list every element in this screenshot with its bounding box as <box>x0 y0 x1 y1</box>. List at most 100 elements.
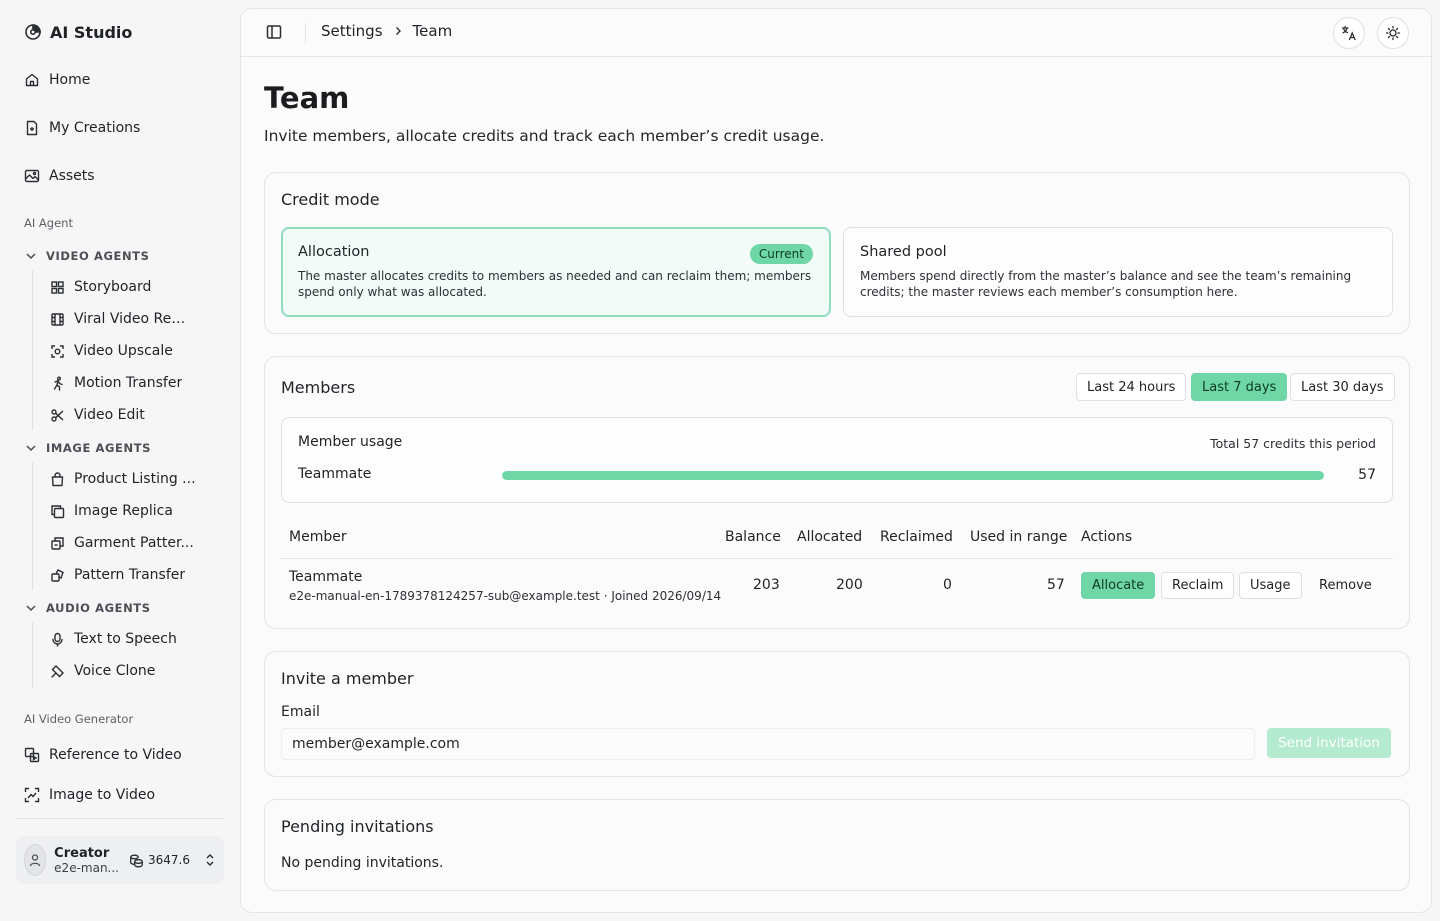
sidebar-item-motion-transfer[interactable]: Motion Transfer <box>42 369 222 397</box>
usage-value: 57 <box>1358 467 1376 483</box>
empty-state-text: No pending invitations. <box>281 855 444 871</box>
film-icon <box>50 312 65 327</box>
mode-name: Allocation <box>298 244 370 260</box>
email-field[interactable] <box>281 728 1255 760</box>
sidebar-item-image-replica[interactable]: Image Replica <box>42 497 222 525</box>
column-header-actions: Actions <box>1081 529 1133 545</box>
sidebar-item-my-creations[interactable]: My Creations <box>16 111 224 145</box>
email-label: Email <box>281 704 320 720</box>
group-guide-line <box>32 462 33 590</box>
members-card: Members Last 24 hours Last 7 days Last 3… <box>264 356 1410 629</box>
sidebar-item-label: Text to Speech <box>74 631 177 647</box>
sidebar-item-label: My Creations <box>49 120 141 136</box>
section-label-ai-agent: AI Agent <box>24 216 73 230</box>
mode-description: The master allocates credits to members … <box>298 269 812 299</box>
sidebar: AI Studio Home My Creations Assets AI Ag… <box>0 0 232 921</box>
usage-button[interactable]: Usage <box>1239 572 1302 599</box>
member-used: 57 <box>1047 577 1065 593</box>
group-toggle-video-agents[interactable]: VIDEO AGENTS <box>24 246 150 266</box>
main-panel: Settings Team Team Invite members, alloc… <box>240 8 1432 913</box>
allocate-button[interactable]: Allocate <box>1081 572 1156 599</box>
sidebar-toggle-icon[interactable] <box>265 23 283 41</box>
sidebar-item-label: Viral Video Rem... <box>74 311 198 327</box>
user-menu[interactable]: Creator e2e-man... 3647.6 <box>16 836 224 884</box>
app-title: AI Studio <box>50 22 133 42</box>
pending-title: Pending invitations <box>281 817 434 836</box>
status-badge: Current <box>749 244 813 264</box>
reference-icon <box>24 747 40 763</box>
transfer-icon <box>50 568 65 583</box>
copy-icon <box>50 504 65 519</box>
credits-value: 3647.6 <box>148 853 190 867</box>
sidebar-item-image-to-video[interactable]: Image to Video <box>16 778 224 812</box>
reclaim-button[interactable]: Reclaim <box>1161 572 1235 599</box>
home-icon <box>24 72 40 88</box>
credit-mode-title: Credit mode <box>281 190 380 209</box>
sidebar-item-label: Motion Transfer <box>74 375 183 391</box>
mode-option-shared-pool[interactable]: Shared pool Members spend directly from … <box>843 227 1393 317</box>
table-divider <box>281 558 1393 559</box>
page-title: Team <box>264 81 350 115</box>
chevron-down-icon <box>24 441 38 455</box>
usage-bar-fill <box>502 471 1324 480</box>
coins-icon <box>129 853 144 868</box>
range-last-7-days[interactable]: Last 7 days <box>1191 373 1288 401</box>
file-icon <box>24 120 40 136</box>
sidebar-item-text-to-speech[interactable]: Text to Speech <box>42 625 222 653</box>
remove-button[interactable]: Remove <box>1308 572 1383 599</box>
column-header-member: Member <box>289 529 347 545</box>
sidebar-item-voice-clone[interactable]: Voice Clone <box>42 657 222 685</box>
sidebar-item-product-listing[interactable]: Product Listing ... <box>42 465 222 493</box>
chevron-right-icon <box>393 26 403 36</box>
shopping-bag-icon <box>50 471 65 487</box>
mode-option-allocation[interactable]: Allocation Current The master allocates … <box>281 227 831 317</box>
sidebar-item-viral-video-remix[interactable]: Viral Video Rem... <box>42 305 222 333</box>
sidebar-item-pattern-transfer[interactable]: Pattern Transfer <box>42 561 222 589</box>
scan-icon <box>50 344 65 359</box>
language-button[interactable] <box>1333 17 1365 49</box>
sidebar-item-assets[interactable]: Assets <box>16 159 224 193</box>
member-meta: e2e-manual-en-1789378124257-sub@example.… <box>289 589 722 603</box>
image-icon <box>24 168 40 184</box>
group-label: VIDEO AGENTS <box>46 249 150 263</box>
topbar: Settings Team <box>241 9 1431 57</box>
sidebar-item-label: Pattern Transfer <box>74 567 186 583</box>
sidebar-item-label: Home <box>49 72 91 88</box>
logo-icon <box>24 23 42 41</box>
members-title: Members <box>281 378 356 397</box>
sidebar-item-label: Image to Video <box>49 787 156 803</box>
column-header-allocated: Allocated <box>797 529 863 545</box>
theme-toggle-button[interactable] <box>1377 17 1409 49</box>
member-allocated: 200 <box>836 577 863 593</box>
microphone-icon <box>50 632 65 647</box>
sidebar-item-home[interactable]: Home <box>16 63 224 97</box>
usage-bar-track <box>502 471 1324 480</box>
column-header-balance: Balance <box>725 529 781 545</box>
brand[interactable]: AI Studio <box>24 20 132 44</box>
sidebar-item-storyboard[interactable]: Storyboard <box>42 273 222 301</box>
column-header-reclaimed: Reclaimed <box>880 529 953 545</box>
group-toggle-image-agents[interactable]: IMAGE AGENTS <box>24 438 151 458</box>
group-guide-line <box>32 270 33 430</box>
sidebar-item-label: Product Listing ... <box>74 471 196 487</box>
sidebar-item-label: Garment Patter... <box>74 535 194 551</box>
range-last-30-days[interactable]: Last 30 days <box>1290 373 1395 401</box>
member-usage-panel: Member usage Total 57 credits this perio… <box>281 417 1393 503</box>
sidebar-divider <box>16 818 224 819</box>
range-last-24-hours[interactable]: Last 24 hours <box>1076 373 1187 401</box>
image-video-icon <box>24 787 40 803</box>
sidebar-item-video-upscale[interactable]: Video Upscale <box>42 337 222 365</box>
layers-icon <box>50 536 65 551</box>
sidebar-item-reference-to-video[interactable]: Reference to Video <box>16 738 224 772</box>
sidebar-item-video-edit[interactable]: Video Edit <box>42 401 222 429</box>
sidebar-item-label: Voice Clone <box>74 663 156 679</box>
send-invitation-button[interactable]: Send invitation <box>1267 728 1391 758</box>
breadcrumb-current: Team <box>412 22 453 40</box>
chevron-up-down-icon <box>204 853 216 867</box>
sidebar-item-label: Storyboard <box>74 279 152 295</box>
user-email: e2e-man... <box>54 860 119 875</box>
sidebar-item-garment-pattern[interactable]: Garment Patter... <box>42 529 222 557</box>
translate-icon <box>1341 25 1357 41</box>
breadcrumb-settings[interactable]: Settings <box>321 22 383 40</box>
group-toggle-audio-agents[interactable]: AUDIO AGENTS <box>24 598 151 618</box>
